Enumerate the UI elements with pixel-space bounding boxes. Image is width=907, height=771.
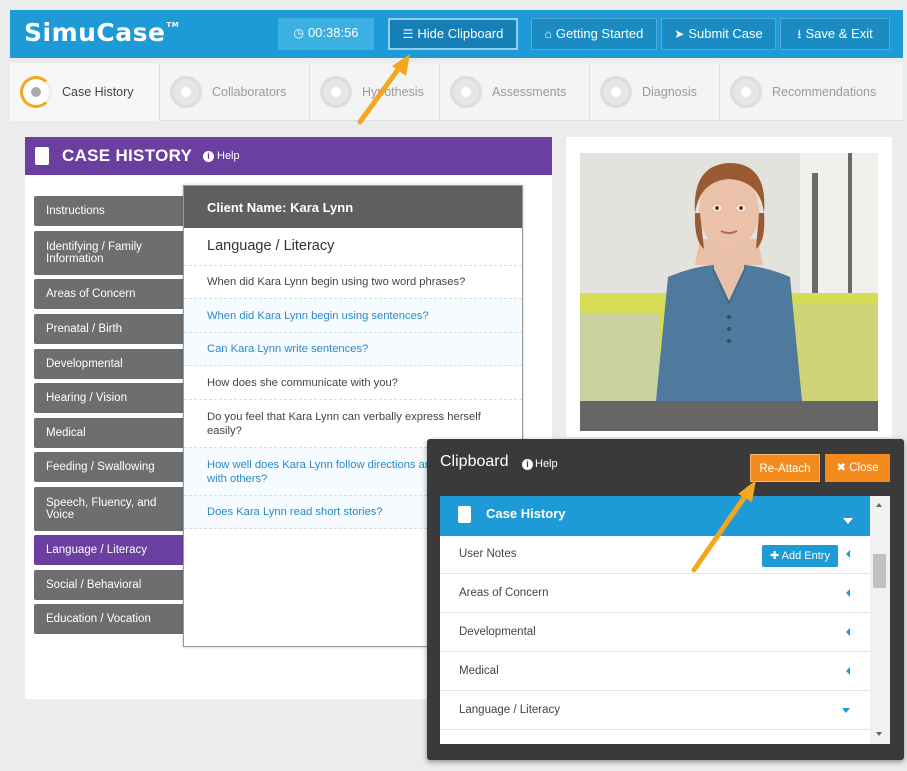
clipboard-icon	[458, 506, 471, 523]
question-item[interactable]: Can Kara Lynn write sentences?	[184, 333, 522, 366]
clipboard-row-medical[interactable]: Medical	[440, 653, 870, 691]
clipboard-title: Clipboard	[440, 453, 509, 470]
tab-collaborators[interactable]: Collaborators	[160, 63, 310, 121]
scrollbar-thumb[interactable]	[873, 554, 886, 588]
chevron-down-icon	[842, 708, 850, 713]
sidebar-item-areas-of-concern[interactable]: Areas of Concern	[34, 279, 186, 309]
question-item[interactable]: When did Kara Lynn begin using two word …	[184, 266, 522, 299]
case-history-icon	[20, 76, 52, 108]
workflow-tabs: Case History Collaborators Hypothesis As…	[10, 63, 903, 121]
clipboard-popup: Clipboard i Help Re-Attach ✖ Close Case H…	[427, 439, 904, 760]
download-icon: ⭳	[797, 27, 802, 41]
send-icon: ➤	[674, 27, 685, 41]
sidebar-item-medical[interactable]: Medical	[34, 418, 186, 448]
close-icon: ✖	[836, 462, 847, 474]
tab-diagnosis[interactable]: Diagnosis	[590, 63, 720, 121]
section-title: Language / Literacy	[184, 228, 522, 266]
clipboard-icon	[35, 147, 49, 165]
chevron-left-icon	[846, 589, 850, 597]
getting-started-button[interactable]: ⌂ Getting Started	[531, 18, 657, 50]
close-button[interactable]: ✖ Close	[825, 454, 890, 482]
chevron-left-icon	[846, 667, 850, 675]
top-bar: SimuCaseTM ◷ 00:38:56 ☰ Hide Clipboard ⌂ Ge…	[10, 10, 903, 58]
tab-assessments[interactable]: Assessments	[440, 63, 590, 121]
chevron-left-icon	[846, 628, 850, 636]
hide-clipboard-button[interactable]: ☰ Hide Clipboard	[388, 18, 518, 50]
session-timer: ◷ 00:38:56	[278, 18, 374, 50]
add-entry-button[interactable]: ✚ Add Entry	[762, 545, 838, 567]
home-icon: ⌂	[544, 27, 552, 41]
tab-recommendations[interactable]: Recommendations	[720, 63, 903, 121]
tab-hypothesis[interactable]: Hypothesis	[310, 63, 440, 121]
sidebar-item-social-behavioral[interactable]: Social / Behavioral	[34, 570, 186, 600]
info-icon: i	[522, 459, 533, 470]
sidebar-item-instructions[interactable]: Instructions	[34, 196, 186, 226]
clipboard-row-areas-of-concern[interactable]: Areas of Concern	[440, 575, 870, 613]
clipboard-section-header[interactable]: Case History	[440, 496, 870, 536]
video-panel	[566, 137, 892, 437]
simucase-logo: SimuCaseTM	[24, 18, 180, 47]
scrollbar-track[interactable]	[870, 496, 890, 744]
recommendations-icon	[730, 76, 762, 108]
chevron-down-icon	[843, 518, 853, 524]
sidebar-item-education-vocation[interactable]: Education / Vocation	[34, 604, 186, 634]
sidebar-item-developmental[interactable]: Developmental	[34, 349, 186, 379]
reattach-button[interactable]: Re-Attach	[750, 454, 820, 482]
question-item[interactable]: When did Kara Lynn begin using sentences…	[184, 299, 522, 333]
clipboard-row-user-notes[interactable]: User Notes ✚ Add Entry	[440, 536, 870, 574]
plus-icon: ✚	[770, 550, 780, 562]
clock-icon: ◷	[293, 26, 304, 40]
case-history-title: CASE HISTORY	[62, 146, 193, 165]
sidebar-item-prenatal-birth[interactable]: Prenatal / Birth	[34, 314, 186, 344]
clipboard-row-language-literacy[interactable]: Language / Literacy	[440, 692, 870, 730]
clipboard-help-link[interactable]: i Help	[522, 458, 558, 470]
clipboard-body: Case History User Notes ✚ Add Entry Area…	[440, 496, 890, 744]
chevron-left-icon	[846, 550, 850, 558]
save-exit-button[interactable]: ⭳ Save & Exit	[780, 18, 890, 50]
client-avatar-image	[580, 153, 878, 431]
scroll-up-arrow[interactable]	[876, 503, 882, 507]
case-history-header: CASE HISTORY i Help	[25, 137, 552, 175]
sidebar-item-language-literacy[interactable]: Language / Literacy	[34, 535, 186, 565]
client-name: Client Name: Kara Lynn	[184, 186, 522, 228]
help-link[interactable]: i Help	[203, 150, 240, 162]
info-icon: i	[203, 151, 214, 162]
question-item[interactable]: How does she communicate with you?	[184, 366, 522, 400]
diagnosis-icon	[600, 76, 632, 108]
tab-case-history[interactable]: Case History	[10, 63, 160, 121]
clipboard-row-developmental[interactable]: Developmental	[440, 614, 870, 652]
sidebar-item-identifying-family[interactable]: Identifying / Family Information	[34, 231, 186, 275]
sidebar-item-feeding-swallowing[interactable]: Feeding / Swallowing	[34, 452, 186, 482]
scroll-down-arrow[interactable]	[876, 732, 882, 736]
sidebar-item-hearing-vision[interactable]: Hearing / Vision	[34, 383, 186, 413]
submit-case-button[interactable]: ➤ Submit Case	[661, 18, 776, 50]
assessments-icon	[450, 76, 482, 108]
client-video[interactable]	[580, 153, 878, 431]
hypothesis-icon	[320, 76, 352, 108]
list-icon: ☰	[402, 27, 414, 41]
sidebar-item-speech-fluency-voice[interactable]: Speech, Fluency, and Voice	[34, 487, 186, 531]
collaborators-icon	[170, 76, 202, 108]
